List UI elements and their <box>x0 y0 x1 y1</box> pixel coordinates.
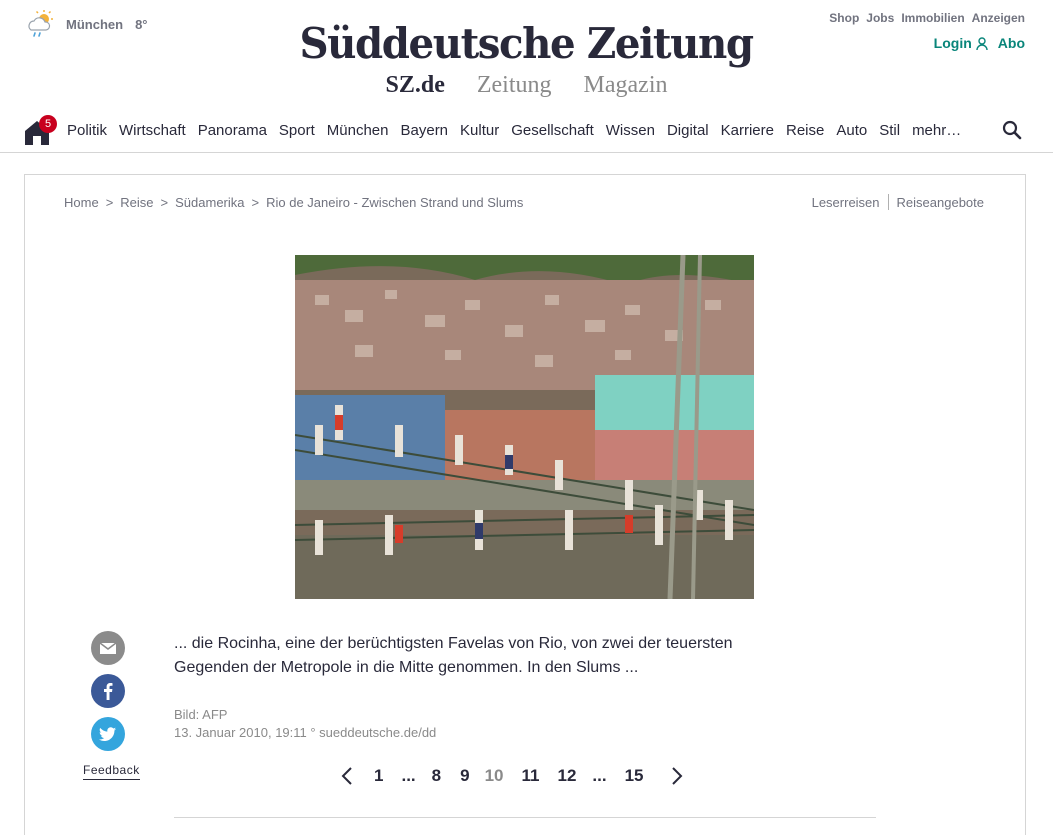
page-link[interactable]: 8 <box>432 766 441 786</box>
page-ellipsis: ... <box>592 766 607 785</box>
nav-item-politik[interactable]: Politik <box>67 122 107 139</box>
link-separator <box>887 194 889 210</box>
nav-item-mehr[interactable]: mehr… <box>912 122 961 139</box>
account-links: Login Abo <box>934 35 1025 51</box>
gallery-credit: Bild: AFP 13. Januar 2010, 19:11 ° suedd… <box>174 706 436 742</box>
logo-text: Süddeutsche Zeitung <box>299 19 755 68</box>
next-page-button[interactable] <box>666 765 688 787</box>
nav-item-gesellschaft[interactable]: Gesellschaft <box>511 122 594 139</box>
nav-item-wissen[interactable]: Wissen <box>606 122 655 139</box>
service-link-immobilien[interactable]: Immobilien <box>901 11 964 25</box>
chevron-right-icon <box>671 767 682 785</box>
twitter-icon <box>99 727 116 741</box>
edition-link-zeitung[interactable]: Zeitung <box>477 72 552 98</box>
page-ellipsis: ... <box>401 766 416 785</box>
travel-links: Leserreisen Reiseangebote <box>812 194 984 210</box>
gallery-caption: ... die Rocinha, eine der berüchtigsten … <box>174 635 733 676</box>
favela-photo-image <box>295 255 754 599</box>
nav-item-stil[interactable]: Stil <box>879 122 900 139</box>
link-leserreisen[interactable]: Leserreisen <box>812 195 880 210</box>
page-link[interactable]: 12 <box>557 766 576 786</box>
service-link-jobs[interactable]: Jobs <box>866 11 894 25</box>
breadcrumb-separator: > <box>105 195 114 210</box>
nav-item-auto[interactable]: Auto <box>836 122 867 139</box>
page-link[interactable]: 9 <box>460 766 469 786</box>
service-link-shop[interactable]: Shop <box>829 11 859 25</box>
nav-divider <box>0 152 1053 153</box>
share-twitter-button[interactable] <box>91 717 125 751</box>
breadcrumb-home[interactable]: Home <box>64 195 99 210</box>
edition-link-magazin[interactable]: Magazin <box>584 72 668 98</box>
nav-item-digital[interactable]: Digital <box>667 122 709 139</box>
publish-date-source: 13. Januar 2010, 19:11 ° sueddeutsche.de… <box>174 725 437 740</box>
content-divider <box>174 817 876 818</box>
breadcrumb: Home > Reise > Südamerika > Rio de Janei… <box>64 195 523 210</box>
image-credit: Bild: AFP <box>174 707 228 722</box>
facebook-icon <box>104 683 113 700</box>
share-email-button[interactable] <box>91 631 125 665</box>
service-link-anzeigen[interactable]: Anzeigen <box>972 11 1025 25</box>
feedback-link[interactable]: Feedback <box>83 763 140 780</box>
nav-item-panorama[interactable]: Panorama <box>198 122 267 139</box>
nav-item-sport[interactable]: Sport <box>279 122 315 139</box>
page-link[interactable]: 1 <box>374 766 383 786</box>
breadcrumb-separator: > <box>251 195 260 210</box>
login-link[interactable]: Login <box>934 35 988 51</box>
gallery-photo[interactable] <box>295 255 754 599</box>
nav-item-muenchen[interactable]: München <box>327 122 389 139</box>
edition-links: SZ.de Zeitung Magazin <box>0 72 1053 99</box>
nav-item-bayern[interactable]: Bayern <box>401 122 449 139</box>
page-link[interactable]: 15 <box>625 766 644 786</box>
previous-page-button[interactable] <box>336 765 358 787</box>
edition-link-sz[interactable]: SZ.de <box>386 72 445 98</box>
chevron-left-icon <box>341 767 352 785</box>
main-nav: 5 Politik Wirtschaft Panorama Sport Münc… <box>24 112 1029 148</box>
login-label: Login <box>933 35 972 51</box>
home-button[interactable]: 5 <box>24 115 57 145</box>
user-icon <box>976 36 988 50</box>
breadcrumb-reise[interactable]: Reise <box>120 195 153 210</box>
search-icon[interactable] <box>1002 120 1022 140</box>
gallery-pagination: 1 ... 8 9 10 11 12 ... 15 <box>336 765 688 787</box>
nav-item-wirtschaft[interactable]: Wirtschaft <box>119 122 186 139</box>
nav-item-reise[interactable]: Reise <box>786 122 824 139</box>
abo-link[interactable]: Abo <box>998 35 1025 51</box>
page-link[interactable]: 11 <box>522 766 540 786</box>
breadcrumb-suedamerika[interactable]: Südamerika <box>175 195 244 210</box>
breadcrumb-current[interactable]: Rio de Janeiro - Zwischen Strand und Slu… <box>266 195 523 210</box>
link-reiseangebote[interactable]: Reiseangebote <box>897 195 984 210</box>
mail-icon <box>99 642 117 654</box>
notification-badge: 5 <box>39 115 57 133</box>
breadcrumb-separator: > <box>160 195 169 210</box>
share-facebook-button[interactable] <box>91 674 125 708</box>
nav-item-kultur[interactable]: Kultur <box>460 122 499 139</box>
nav-item-karriere[interactable]: Karriere <box>721 122 774 139</box>
service-links: Shop Jobs Immobilien Anzeigen <box>829 11 1025 25</box>
page-current: 10 <box>484 766 504 785</box>
